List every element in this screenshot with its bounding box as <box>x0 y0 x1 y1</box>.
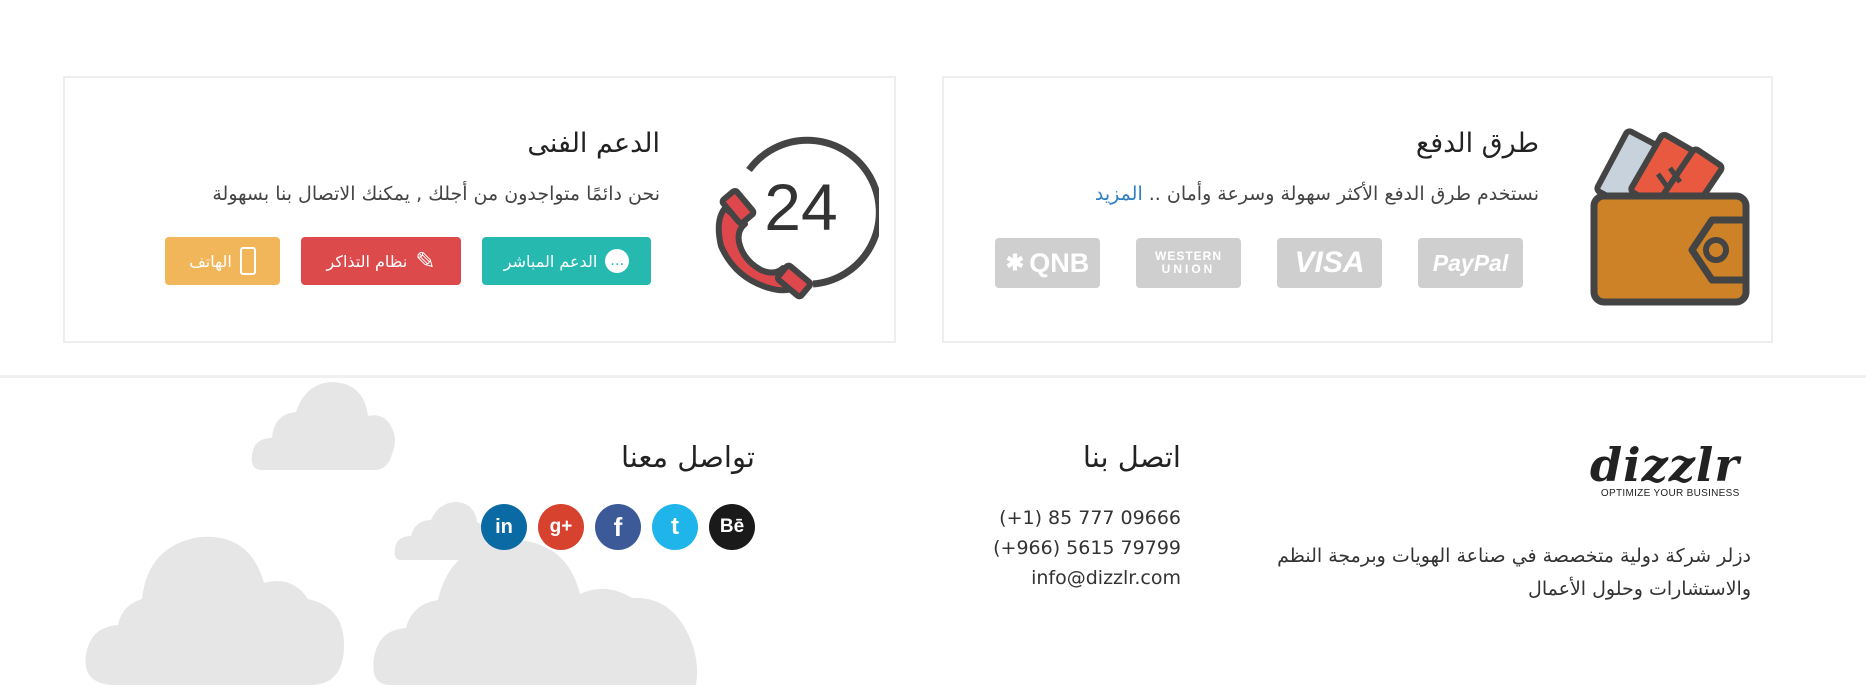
contact-title: اتصل بنا <box>1082 440 1181 474</box>
contact-section: اتصل بنا (+1) 85 777 09666 (+966) 5615 7… <box>960 440 1181 600</box>
cloud-decoration <box>373 539 697 685</box>
contact-email[interactable]: info@dizzlr.com <box>1031 567 1181 589</box>
live-support-label: الدعم المباشر <box>503 251 598 271</box>
linkedin-icon[interactable]: in <box>481 504 527 550</box>
cloud-decoration <box>251 382 395 470</box>
visa-logo-text: VISA <box>1294 246 1365 279</box>
payment-more-link[interactable]: المزيد <box>1095 183 1143 205</box>
google-plus-icon[interactable]: g+ <box>538 504 584 550</box>
contact-phone-1[interactable]: (+1) 85 777 09666 <box>999 507 1181 529</box>
company-about-text: دزلر شركة دولية متخصصة في صناعة الهويات … <box>1277 545 1751 600</box>
cloud-decoration <box>85 536 344 685</box>
social-title: تواصل معنا <box>620 440 755 474</box>
wallet-icon <box>1590 128 1750 306</box>
live-support-button[interactable]: … الدعم المباشر <box>482 237 651 285</box>
support-title: الدعم الفنى <box>527 128 660 159</box>
mobile-phone-icon <box>239 247 256 275</box>
western-union-line2: UNION <box>1161 262 1216 276</box>
western-union-logo: WESTERN UNION <box>1136 238 1241 288</box>
paypal-logo: PayPal <box>1418 238 1523 288</box>
support-24-phone-icon: 24 <box>715 136 879 300</box>
phone-button-label: الهاتف <box>189 251 232 271</box>
visa-logo: VISA <box>1277 238 1382 288</box>
qnb-logo: ✱ QNB <box>995 238 1100 288</box>
payment-methods-card: طرق الدفع نستخدم طرق الدفع الأكثر سهولة … <box>942 76 1773 343</box>
brand-name: dizzlr <box>1590 438 1740 492</box>
support-24-number: 24 <box>764 170 837 244</box>
ticket-edit-icon: ✎ <box>415 247 436 275</box>
payment-description-text: نستخدم طرق الدفع الأكثر سهولة وسرعة وأما… <box>1148 183 1539 205</box>
payment-description: نستخدم طرق الدفع الأكثر سهولة وسرعة وأما… <box>1095 183 1539 205</box>
ticket-system-label: نظام التذاكر <box>326 251 408 271</box>
qnb-mark-icon: ✱ <box>1005 250 1025 275</box>
support-description: نحن دائمًا متواجدون من أجلك , يمكنك الات… <box>212 183 660 205</box>
twitter-icon[interactable]: t <box>652 504 698 550</box>
qnb-logo-text: QNB <box>1029 247 1090 278</box>
technical-support-card: 24 الدعم الفنى نحن دائمًا متواجدون من أج… <box>63 76 896 343</box>
brand-tagline: OPTIMIZE YOUR BUSINESS <box>1600 488 1740 499</box>
footer-divider <box>0 375 1866 378</box>
ticket-system-button[interactable]: ✎ نظام التذاكر <box>301 237 461 285</box>
chat-bubble-icon: … <box>605 249 630 273</box>
dizzlr-logo[interactable]: dizzlr OPTIMIZE YOUR BUSINESS <box>1590 442 1740 499</box>
payment-title: طرق الدفع <box>1415 128 1539 159</box>
facebook-icon[interactable]: f <box>595 504 641 550</box>
behance-icon[interactable]: Bē <box>709 504 755 550</box>
paypal-logo-text: PayPal <box>1432 249 1509 276</box>
contact-phone-2[interactable]: (+966) 5615 79799 <box>993 537 1181 559</box>
social-section: تواصل معنا Bē t f g+ in <box>470 440 755 550</box>
phone-button[interactable]: الهاتف <box>165 237 280 285</box>
